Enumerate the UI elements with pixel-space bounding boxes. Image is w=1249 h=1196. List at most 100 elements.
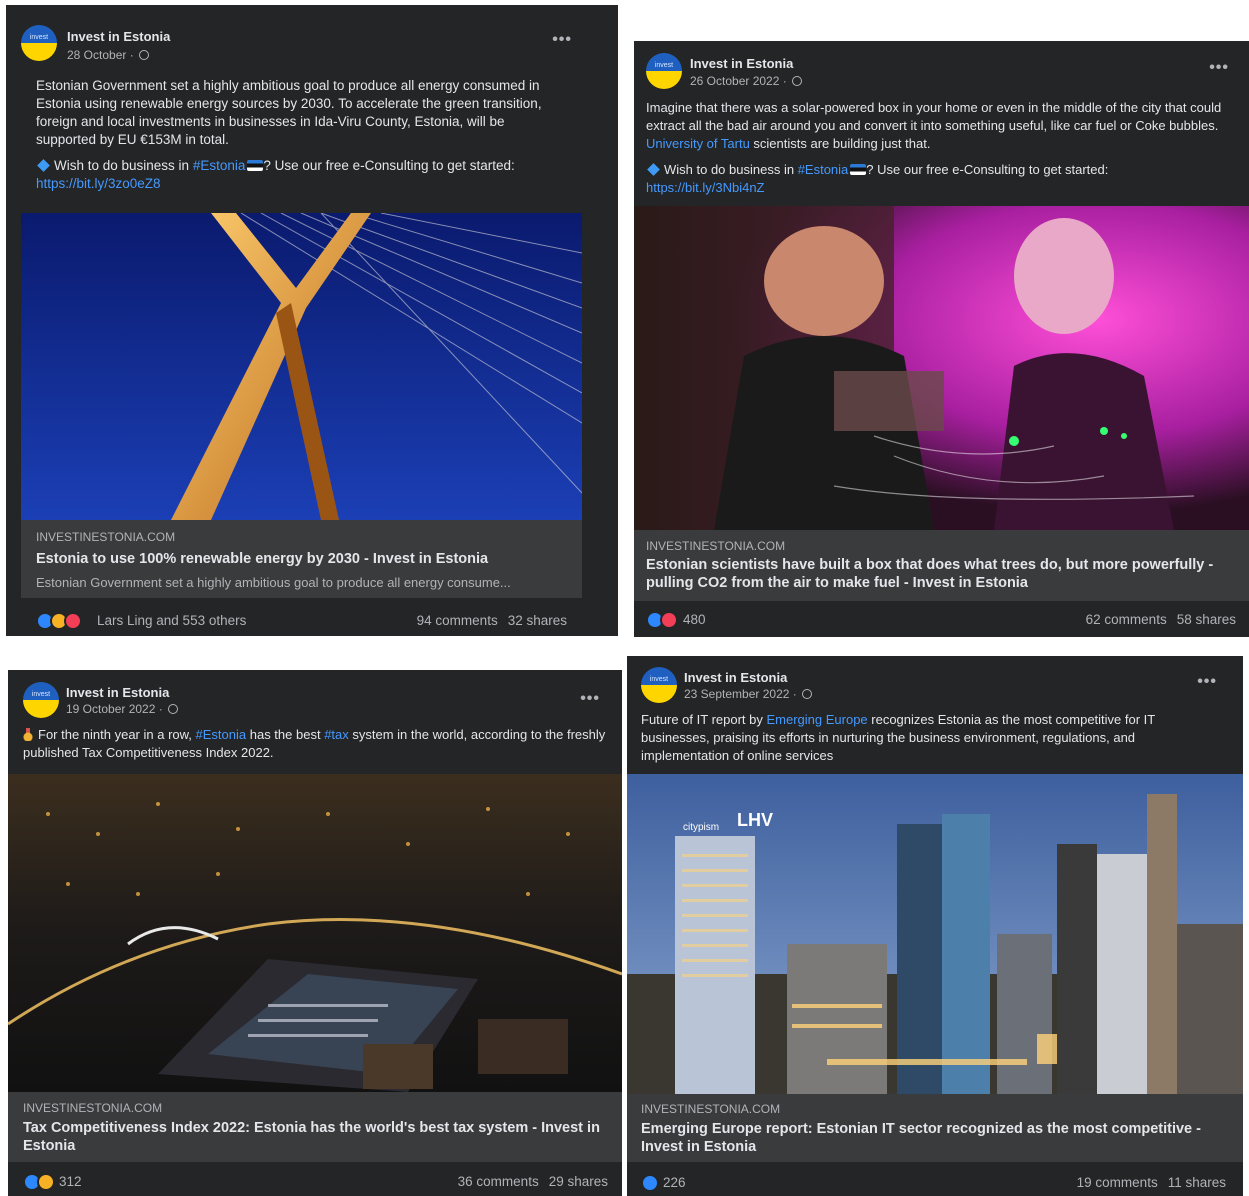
hashtag-link[interactable]: #Estonia (193, 158, 246, 173)
university-link[interactable]: University of Tartu (646, 136, 750, 151)
post-card: invest Invest in Estonia 28 October · ••… (6, 5, 618, 636)
shares-count[interactable]: 32 shares (508, 613, 567, 628)
like-icon (641, 1174, 659, 1192)
post-header: invest Invest in Estonia 19 October 2022… (8, 682, 622, 724)
link-title: Tax Competitiveness Index 2022: Estonia … (23, 1120, 600, 1154)
reaction-icons[interactable] (36, 612, 94, 630)
post-date-text: 19 October 2022 · (66, 702, 163, 716)
link-domain: INVESTINESTONIA.COM (641, 1102, 781, 1116)
link-preview[interactable]: INVESTINESTONIA.COM Estonia to use 100% … (21, 520, 582, 598)
page-name[interactable]: Invest in Estonia (67, 29, 170, 44)
post-date[interactable]: 23 September 2022 · (684, 687, 813, 701)
avatar[interactable]: invest (641, 667, 677, 703)
avatar[interactable]: invest (646, 53, 682, 89)
post-inner: invest Invest in Estonia 26 October 2022… (634, 41, 1249, 637)
consulting-link[interactable]: https://bit.ly/3Nbi4nZ (646, 180, 765, 195)
estonia-flag-icon (247, 160, 264, 171)
skyline-photo: LHV citypism (627, 774, 1243, 1094)
post-header: invest Invest in Estonia 26 October 2022… (634, 53, 1249, 95)
post-paragraph: Estonian Government set a highly ambitio… (36, 78, 542, 147)
reaction-icons[interactable] (23, 1173, 57, 1191)
building-sign-small: citypism (683, 822, 719, 833)
estonia-flag-icon (850, 164, 867, 175)
link-domain: INVESTINESTONIA.COM (646, 539, 786, 553)
emerging-europe-link[interactable]: Emerging Europe (766, 712, 867, 727)
hashtag-link[interactable]: #Estonia (798, 162, 849, 177)
link-preview[interactable]: INVESTINESTONIA.COM Estonian scientists … (634, 530, 1249, 601)
post-date-text: 26 October 2022 · (690, 74, 787, 88)
haha-icon (37, 1173, 55, 1191)
post-paragraph: Imagine that there was a solar-powered b… (646, 100, 1222, 151)
more-options-icon[interactable]: ••• (1209, 59, 1229, 77)
post-date-text: 23 September 2022 · (684, 687, 797, 701)
comments-count[interactable]: 62 comments (1086, 612, 1167, 627)
reaction-icons[interactable] (641, 1174, 661, 1192)
post-card: invest Invest in Estonia 23 September 20… (627, 656, 1243, 1196)
post-image-city-night[interactable] (8, 774, 622, 1092)
shares-count[interactable]: 58 shares (1177, 612, 1236, 627)
avatar[interactable]: invest (23, 682, 59, 718)
post-image-bridge[interactable] (21, 213, 582, 520)
post-date[interactable]: 28 October · (67, 48, 150, 62)
love-icon (64, 612, 82, 630)
more-options-icon[interactable]: ••• (580, 690, 600, 708)
city-night-photo (8, 774, 622, 1092)
post-image-skyline[interactable]: LHV citypism (627, 774, 1243, 1094)
avatar[interactable]: invest (21, 25, 57, 61)
post-header: invest Invest in Estonia 23 September 20… (627, 667, 1243, 709)
post-card: invest Invest in Estonia 19 October 2022… (8, 670, 622, 1196)
shares-count[interactable]: 29 shares (549, 1174, 608, 1189)
avatar-logo-text: invest (649, 676, 669, 683)
link-title: Estonian scientists have built a box tha… (646, 557, 1214, 591)
post-date[interactable]: 19 October 2022 · (66, 702, 179, 716)
reaction-count[interactable]: 312 (59, 1174, 82, 1189)
link-title: Emerging Europe report: Estonian IT sect… (641, 1121, 1201, 1155)
link-preview[interactable]: INVESTINESTONIA.COM Emerging Europe repo… (627, 1094, 1243, 1162)
avatar-logo-text: invest (654, 62, 674, 69)
comments-count[interactable]: 19 comments (1077, 1175, 1158, 1190)
post-footer: 312 36 comments 29 shares (8, 1167, 622, 1196)
globe-icon (139, 50, 150, 60)
diamond-icon (37, 159, 50, 172)
post-footer: 480 62 comments 58 shares (634, 605, 1249, 635)
post-image-lab[interactable] (634, 206, 1249, 530)
comments-count[interactable]: 94 comments (417, 613, 498, 628)
globe-icon (168, 704, 179, 714)
post-footer: 226 19 comments 11 shares (627, 1168, 1243, 1196)
link-domain: INVESTINESTONIA.COM (23, 1101, 163, 1115)
post-inner: invest Invest in Estonia 23 September 20… (627, 656, 1243, 1196)
reaction-count[interactable]: Lars Ling and 553 others (97, 613, 246, 628)
post-paragraph: For the ninth year in a row, #Estonia ha… (23, 727, 606, 760)
wish-line: Wish to do business in #Estonia? Use our… (36, 158, 515, 191)
post-date[interactable]: 26 October 2022 · (690, 74, 803, 88)
page-name[interactable]: Invest in Estonia (684, 670, 787, 685)
hashtag-link[interactable]: #Estonia (196, 727, 247, 742)
reaction-count[interactable]: 480 (683, 612, 706, 627)
link-domain: INVESTINESTONIA.COM (36, 530, 176, 544)
more-options-icon[interactable]: ••• (1197, 673, 1217, 691)
building-sign-lhv: LHV (737, 810, 773, 830)
post-text: Future of IT report by Emerging Europe r… (641, 711, 1201, 773)
link-preview[interactable]: INVESTINESTONIA.COM Tax Competitiveness … (8, 1092, 622, 1162)
bridge-photo (21, 213, 582, 520)
post-stats: 94 comments 32 shares (417, 613, 567, 628)
post-stats: 36 comments 29 shares (458, 1174, 608, 1189)
globe-icon (802, 689, 813, 699)
hashtag-link[interactable]: #tax (324, 727, 349, 742)
page-name[interactable]: Invest in Estonia (690, 56, 793, 71)
more-options-icon[interactable]: ••• (552, 31, 572, 49)
post-paragraph: Future of IT report by Emerging Europe r… (641, 712, 1155, 763)
love-icon (660, 611, 678, 629)
consulting-link[interactable]: https://bit.ly/3zo0eZ8 (36, 176, 161, 191)
avatar-logo-text: invest (29, 34, 49, 41)
comments-count[interactable]: 36 comments (458, 1174, 539, 1189)
reaction-count[interactable]: 226 (663, 1175, 686, 1190)
post-inner: invest Invest in Estonia 28 October · ••… (21, 15, 582, 636)
link-title: Estonia to use 100% renewable energy by … (36, 551, 489, 567)
post-card: invest Invest in Estonia 26 October 2022… (634, 41, 1249, 637)
reaction-icons[interactable] (646, 611, 680, 629)
post-text: For the ninth year in a row, #Estonia ha… (23, 726, 608, 770)
page-name[interactable]: Invest in Estonia (66, 685, 169, 700)
shares-count[interactable]: 11 shares (1168, 1175, 1226, 1190)
post-date-text: 28 October · (67, 48, 134, 62)
